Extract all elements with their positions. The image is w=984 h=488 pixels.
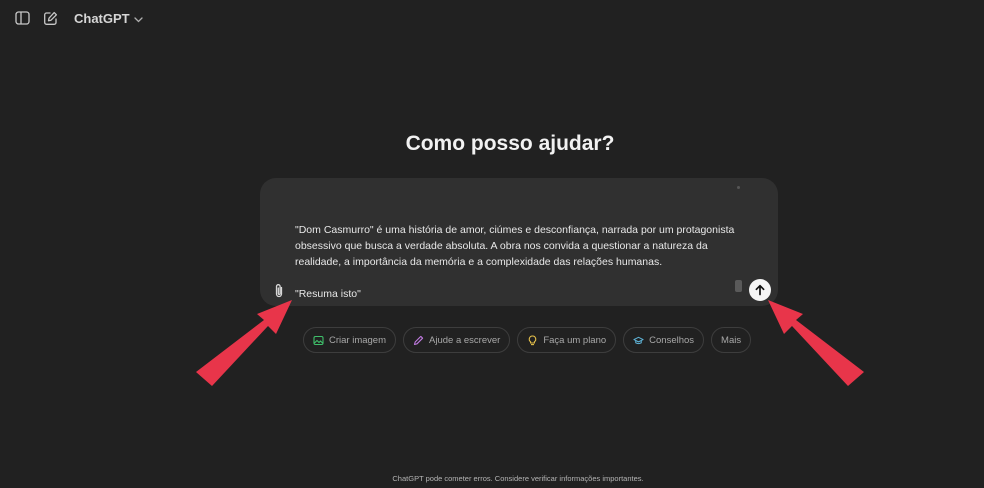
top-bar: ChatGPT bbox=[0, 0, 143, 36]
suggestion-help-write[interactable]: Ajude a escrever bbox=[403, 327, 511, 353]
image-icon bbox=[313, 335, 324, 346]
suggestion-advice[interactable]: Conselhos bbox=[623, 327, 705, 353]
prompt-text[interactable]: "Resuma isto" bbox=[295, 288, 361, 300]
suggestion-create-image[interactable]: Criar imagem bbox=[303, 327, 397, 353]
annotation-arrow-right bbox=[768, 300, 864, 386]
new-chat-icon[interactable] bbox=[40, 8, 60, 28]
arrow-up-icon bbox=[755, 284, 765, 296]
pen-icon bbox=[413, 335, 424, 346]
annotation-arrow-left bbox=[196, 300, 292, 386]
footer-disclaimer: ChatGPT pode cometer erros. Considere ve… bbox=[392, 474, 644, 483]
suggestion-chips: Criar imagem Ajude a escrever Faça um pl… bbox=[303, 327, 752, 353]
suggestion-make-plan[interactable]: Faça um plano bbox=[517, 327, 617, 353]
paperclip-icon[interactable] bbox=[270, 282, 288, 300]
page-title: Como posso ajudar? bbox=[405, 132, 615, 155]
lightbulb-icon bbox=[527, 334, 538, 346]
graduation-cap-icon bbox=[633, 335, 644, 346]
chatgpt-page: ChatGPT Como posso ajudar? "Dom Casmurro… bbox=[0, 0, 984, 488]
sidebar-toggle-icon[interactable] bbox=[12, 8, 32, 28]
model-name: ChatGPT bbox=[74, 10, 130, 26]
send-button[interactable] bbox=[749, 279, 771, 301]
model-picker[interactable]: ChatGPT bbox=[74, 11, 143, 26]
pasted-text[interactable]: "Dom Casmurro" é uma história de amor, c… bbox=[295, 222, 735, 270]
chevron-down-icon bbox=[133, 11, 143, 26]
scrollbar-thumb[interactable] bbox=[735, 280, 742, 292]
scroll-indicator bbox=[737, 186, 740, 189]
message-composer[interactable]: "Dom Casmurro" é uma história de amor, c… bbox=[260, 178, 778, 306]
suggestion-more[interactable]: Mais bbox=[711, 327, 752, 353]
